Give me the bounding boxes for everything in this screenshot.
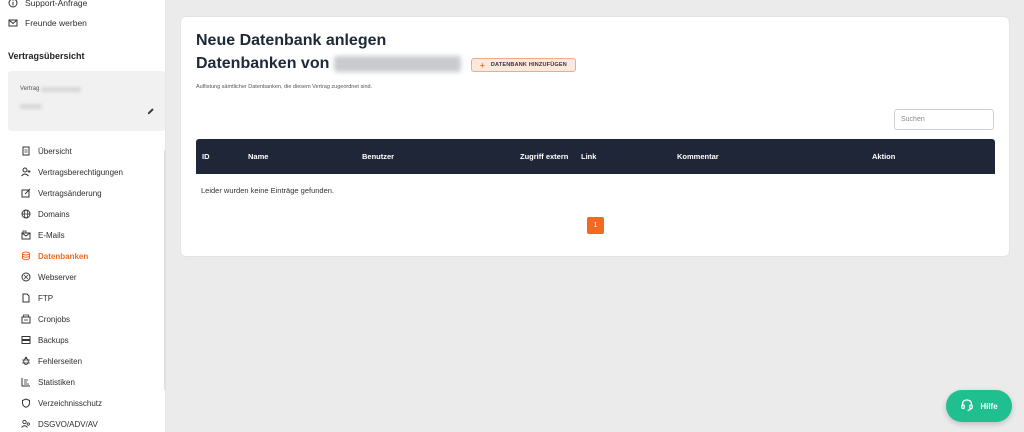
sidebar-link-freunde-werben[interactable]: Freunde werben — [8, 15, 87, 31]
add-database-button[interactable]: + DATENBANK HINZUFÜGEN — [471, 58, 576, 72]
section-title-text: Datenbanken von — [196, 55, 330, 72]
contract-card[interactable]: Vertrag — [8, 71, 165, 131]
contract-label: Vertrag — [20, 86, 40, 92]
sidebar-link-label: Support-Anfrage — [25, 0, 88, 8]
column-header-name[interactable]: Name — [248, 139, 268, 174]
databases-card: Neue Datenbank anlegen Datenbanken von +… — [180, 16, 1010, 257]
webserver-icon — [21, 272, 31, 282]
nav-item-emails[interactable]: E-Mails — [21, 228, 65, 242]
nav-item-backups[interactable]: Backups — [21, 333, 69, 347]
nav-item-webserver[interactable]: Webserver — [21, 270, 77, 284]
column-header-link[interactable]: Link — [581, 139, 596, 174]
headset-icon — [960, 398, 974, 414]
help-button[interactable]: Hilfe — [946, 390, 1012, 422]
shield-icon — [21, 398, 31, 408]
chart-icon — [21, 377, 31, 387]
nav-item-label: DSGVO/ADV/AV — [38, 419, 98, 429]
column-header-benutzer[interactable]: Benutzer — [362, 139, 394, 174]
pagination-page-button[interactable]: 1 — [587, 217, 604, 234]
sidebar-link-support[interactable]: Support-Anfrage — [8, 0, 87, 11]
mail-icon — [8, 18, 18, 28]
table-header: ID Name Benutzer Zugriff extern Link Kom… — [196, 139, 995, 174]
nav-item-vertragsberechtigungen[interactable]: Vertragsberechtigungen — [21, 165, 123, 179]
empty-table-message: Leider wurden keine Einträge gefunden. — [201, 186, 335, 195]
nav-item-label: Domains — [38, 209, 70, 219]
nav-item-label: Statistiken — [38, 377, 75, 387]
pencil-icon[interactable] — [146, 103, 155, 115]
document-icon — [21, 146, 31, 156]
sidebar-section-title: Vertragsübersicht — [8, 51, 85, 61]
backup-icon — [21, 335, 31, 345]
nav-item-label: Verzeichnisschutz — [38, 398, 103, 408]
nav-item-label: Vertragsänderung — [38, 188, 102, 198]
nav-item-domains[interactable]: Domains — [21, 207, 70, 221]
nav-item-label: E-Mails — [38, 230, 65, 240]
email-icon — [21, 230, 31, 240]
nav-item-label: Fehlerseiten — [38, 356, 83, 366]
nav-item-label: Webserver — [38, 272, 77, 282]
contract-number-redacted — [41, 87, 81, 92]
column-header-aktion[interactable]: Aktion — [872, 139, 895, 174]
page-description: Auflistung sämtlicher Datenbanken, die d… — [196, 84, 373, 90]
nav-item-label: Backups — [38, 335, 69, 345]
search-input[interactable] — [894, 109, 994, 130]
column-header-zugriff-extern[interactable]: Zugriff extern — [520, 139, 568, 174]
cron-icon — [21, 314, 31, 324]
nav-item-ftp[interactable]: FTP — [21, 291, 53, 305]
nav-item-statistiken[interactable]: Statistiken — [21, 375, 75, 389]
nav-item-cronjobs[interactable]: Cronjobs — [21, 312, 70, 326]
nav-item-fehlerseiten[interactable]: Fehlerseiten — [21, 354, 82, 368]
nav-item-label: Vertragsberechtigungen — [38, 167, 123, 177]
column-header-kommentar[interactable]: Kommentar — [677, 139, 719, 174]
nav-item-dsgvo[interactable]: DSGVO/ADV/AV — [21, 417, 98, 431]
nav-item-vertragsaenderung[interactable]: Vertragsänderung — [21, 186, 102, 200]
nav-item-verzeichnisschutz[interactable]: Verzeichnisschutz — [21, 396, 102, 410]
sidebar-scrollbar[interactable] — [164, 150, 166, 390]
section-title: Datenbanken von — [196, 55, 462, 73]
sidebar: Support-Anfrage Freunde werben Vertragsü… — [0, 0, 166, 432]
file-icon — [21, 293, 31, 303]
edit-icon — [21, 188, 31, 198]
nav-item-label: Cronjobs — [38, 314, 71, 324]
bug-icon — [21, 356, 31, 366]
nav-item-label: FTP — [38, 293, 54, 303]
column-header-id[interactable]: ID — [202, 139, 210, 174]
nav-item-label: Datenbanken — [38, 251, 89, 261]
sidebar-link-label: Freunde werben — [25, 18, 87, 28]
nav-item-datenbanken[interactable]: Datenbanken — [21, 249, 88, 263]
globe-icon — [21, 209, 31, 219]
database-icon — [21, 251, 31, 261]
nav-item-uebersicht[interactable]: Übersicht — [21, 144, 72, 158]
contract-name-redacted — [334, 56, 462, 72]
page-title: Neue Datenbank anlegen — [196, 32, 387, 49]
contract-detail-redacted — [20, 104, 42, 109]
add-database-label: DATENBANK HINZUFÜGEN — [490, 62, 567, 68]
plus-icon: + — [480, 60, 485, 70]
help-label: Hilfe — [980, 401, 998, 411]
info-icon — [8, 0, 18, 8]
users-icon — [21, 419, 31, 429]
nav-item-label: Übersicht — [38, 146, 72, 156]
user-plus-icon — [21, 167, 31, 177]
